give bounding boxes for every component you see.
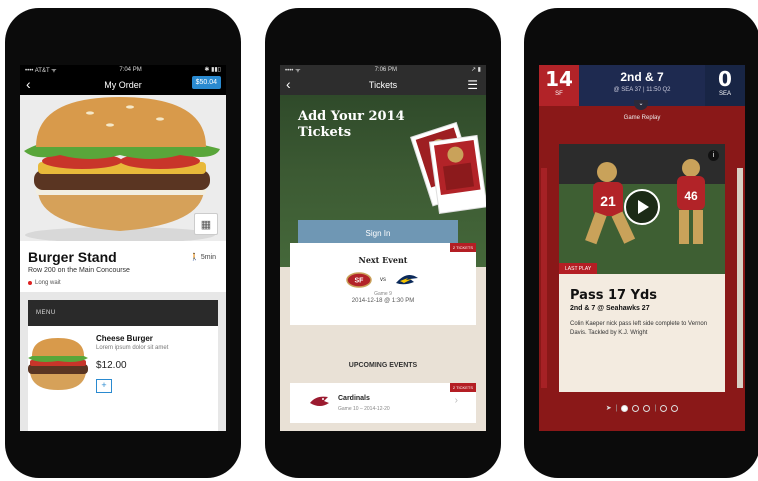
menu-item-price: $12.00: [96, 360, 127, 371]
nav-bar: ‹ My Order $50.04: [20, 74, 226, 95]
stand-location: Row 200 on the Main Concourse: [28, 267, 130, 274]
vs-label: vs: [380, 277, 386, 283]
burger-image: ▦: [20, 95, 226, 241]
page-dot[interactable]: [621, 404, 629, 412]
walking-icon: 🚶: [190, 254, 199, 261]
menu-item-name: Cheese Burger: [96, 334, 153, 343]
time-label: 7:06 PM: [374, 66, 397, 73]
field-position: @ SEA 37 | 11:50 Q2: [613, 87, 671, 93]
wait-status: Long wait: [28, 280, 218, 286]
home-score: 14: [545, 67, 573, 91]
away-score: 0: [718, 67, 732, 91]
chevron-down-icon[interactable]: ⌄: [634, 100, 648, 110]
away-score-box: 0 SEA: [705, 65, 745, 106]
cardinals-logo-icon: [310, 396, 329, 406]
status-bar: •••• ᯤ 7:06 PM ↗ ▮: [280, 65, 486, 74]
pager-divider: |: [654, 404, 657, 412]
location-arrow-icon[interactable]: ➤: [606, 404, 612, 412]
menu-header: MENU: [28, 300, 218, 326]
chevron-right-icon: ›: [454, 395, 458, 406]
play-subtitle: 2nd & 7 @ Seahawks 27: [570, 305, 650, 312]
game-replay-label: Game Replay: [623, 115, 661, 121]
page-dot[interactable]: [660, 404, 668, 412]
tickets-screen: •••• ᯤ 7:06 PM ↗ ▮ ‹ Tickets ☰ Add Your …: [280, 65, 486, 431]
next-event-title: Next Event: [358, 255, 408, 265]
upcoming-event-row[interactable]: 2 TICKETS Cardinals Game 10 – 2014-12-20…: [290, 383, 476, 423]
next-event-date: 2014-12-18 @ 1:30 PM: [351, 298, 415, 304]
play-video-button[interactable]: [624, 189, 660, 225]
next-card-edge[interactable]: [737, 168, 743, 388]
status-bar: •••• AT&T ᯤ 7:04 PM ✱ ▮▮▯: [20, 65, 226, 74]
replay-screen: 14 SF 2nd & 7 @ SEA 37 | 11:50 Q2 0 SEA …: [539, 65, 745, 431]
tickets-badge: 2 TICKETS: [449, 383, 476, 392]
play-details: Pass 17 Yds 2nd & 7 @ Seahawks 27 Colin …: [559, 274, 725, 338]
play-description: Colin Kaeper nick pass left side complet…: [570, 321, 708, 336]
page-dot[interactable]: [632, 404, 640, 412]
promo-banner: Add Your 2014 Tickets Sign In: [280, 95, 486, 267]
pager-divider: |: [615, 404, 618, 412]
play-card[interactable]: 21 46 i LAST PLAY Pass 17 Yds 2nd & 7 @: [559, 144, 725, 392]
back-icon[interactable]: ‹: [26, 77, 31, 91]
walk-time-label: 5min: [200, 253, 216, 261]
back-icon[interactable]: ‹: [286, 77, 291, 91]
order-total-button[interactable]: $50.04: [191, 76, 221, 89]
svg-text:SF: SF: [355, 278, 365, 285]
status-dot-icon: [28, 281, 32, 285]
pagination: ➤ | |: [539, 404, 745, 412]
play-photo: 21 46 i LAST PLAY: [559, 144, 725, 274]
prev-card-edge[interactable]: [541, 168, 547, 388]
info-icon[interactable]: i: [708, 150, 719, 161]
page-title: My Order: [104, 79, 142, 90]
49ers-logo-icon: SF: [346, 272, 372, 288]
nav-bar: ‹ Tickets ☰: [280, 74, 486, 95]
down-distance: 2nd & 7: [620, 70, 664, 84]
next-event-game: Game 9: [374, 291, 392, 297]
page-dot[interactable]: [643, 404, 651, 412]
phone-order: •••• AT&T ᯤ 7:04 PM ✱ ▮▮▯ ‹ My Order $50…: [5, 8, 241, 478]
tickets-header: •••• ᯤ 7:06 PM ↗ ▮ ‹ Tickets ☰: [280, 65, 486, 95]
promo-title: Add Your 2014 Tickets: [298, 109, 405, 140]
upcoming-team: Cardinals: [338, 395, 370, 402]
menu-item-thumbnail: [28, 338, 88, 390]
menu-item-description: Lorem ipsum dolor sit amet: [96, 345, 169, 351]
time-label: 7:04 PM: [119, 66, 142, 73]
ticket-cards-illustration: [410, 121, 486, 214]
upcoming-game-date: Game 10 – 2014-12-20: [338, 406, 390, 412]
battery-icon: ✱ ▮▮▯: [204, 67, 221, 73]
map-icon[interactable]: ▦: [194, 213, 218, 235]
away-team: SEA: [718, 91, 731, 97]
tickets-badge: 2 TICKETS: [449, 243, 476, 252]
carrier-label: •••• AT&T ᯤ: [25, 67, 57, 74]
matchup: SF vs: [290, 272, 476, 288]
svg-text:46: 46: [684, 189, 698, 203]
scoreboard: 14 SF 2nd & 7 @ SEA 37 | 11:50 Q2 0 SEA …: [539, 65, 745, 110]
walk-time: 🚶 5min: [190, 253, 216, 262]
upcoming-events-title: UPCOMING EVENTS: [348, 362, 418, 369]
battery-icon: ↗ ▮: [470, 67, 481, 73]
play-title: Pass 17 Yds: [570, 288, 658, 303]
home-team: SF: [555, 91, 563, 97]
add-item-button[interactable]: +: [96, 379, 112, 393]
order-screen: •••• AT&T ᯤ 7:04 PM ✱ ▮▮▯ ‹ My Order $50…: [20, 65, 226, 431]
menu-section: MENU Cheese Burger Lorem ipsum dolor sit…: [20, 292, 226, 431]
menu-item[interactable]: Cheese Burger Lorem ipsum dolor sit amet…: [28, 326, 218, 431]
menu-item-details: Cheese Burger Lorem ipsum dolor sit amet…: [90, 326, 174, 431]
chargers-logo-icon: [396, 274, 418, 285]
page-dot[interactable]: [671, 404, 679, 412]
home-score-box: 14 SF: [539, 65, 579, 106]
hamburger-menu-icon[interactable]: ☰: [467, 78, 478, 92]
page-title: Tickets: [368, 79, 398, 90]
svg-text:21: 21: [600, 193, 616, 209]
stand-info: Burger Stand Row 200 on the Main Concour…: [20, 241, 226, 292]
order-header: •••• AT&T ᯤ 7:04 PM ✱ ▮▮▯ ‹ My Order $50…: [20, 65, 226, 95]
phone-game-replay: 14 SF 2nd & 7 @ SEA 37 | 11:50 Q2 0 SEA …: [524, 8, 758, 478]
phone-tickets: •••• ᯤ 7:06 PM ↗ ▮ ‹ Tickets ☰ Add Your …: [265, 8, 501, 478]
play-icon: [638, 200, 649, 214]
wait-label: Long wait: [35, 280, 61, 286]
carrier-label: •••• ᯤ: [285, 67, 301, 74]
next-event-card[interactable]: 2 TICKETS Next Event SF vs Game 9 2014-1…: [290, 243, 476, 325]
last-play-badge: LAST PLAY: [559, 263, 598, 274]
